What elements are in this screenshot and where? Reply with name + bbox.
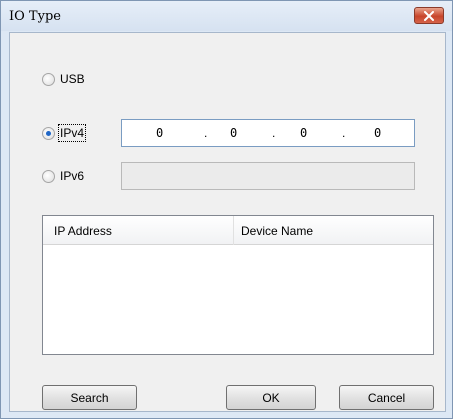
search-button[interactable]: Search [42,385,137,410]
ipv6-label: IPv6 [60,169,85,183]
usb-label: USB [60,72,85,86]
ipv6-address-field[interactable] [121,162,415,190]
ipv4-separator: . [272,126,276,140]
ipv4-octet-3[interactable]: 0 [300,126,307,140]
device-list[interactable]: IP Address Device Name [42,215,434,355]
device-list-header: IP Address Device Name [43,216,433,245]
usb-radio[interactable] [42,72,55,86]
column-ip-address[interactable]: IP Address [54,224,112,238]
ipv4-label: IPv4 [57,124,87,142]
ipv4-octet-2[interactable]: 0 [230,126,237,140]
io-type-dialog: IO Type USB IPv4 0 . 0 . 0 . 0 IPv6 IP A [0,0,453,419]
ipv6-radio[interactable] [42,169,55,183]
ipv4-octet-1[interactable]: 0 [156,126,163,140]
ipv4-octet-4[interactable]: 0 [374,126,381,140]
column-divider[interactable] [233,216,234,245]
cancel-button[interactable]: Cancel [339,385,434,410]
ipv6-option[interactable]: IPv6 [42,169,84,183]
title-bar[interactable]: IO Type [1,1,452,31]
column-device-name[interactable]: Device Name [241,224,313,238]
window-title: IO Type [9,9,61,24]
ipv4-separator: . [342,126,346,140]
ipv4-separator: . [204,126,208,140]
ipv4-radio[interactable] [42,126,55,140]
ipv4-address-field[interactable]: 0 . 0 . 0 . 0 [121,119,415,147]
close-button[interactable] [414,7,444,24]
close-icon [424,10,434,21]
ipv4-option[interactable]: IPv4 [42,124,87,142]
ok-button[interactable]: OK [226,385,316,410]
usb-option[interactable]: USB [42,72,85,86]
